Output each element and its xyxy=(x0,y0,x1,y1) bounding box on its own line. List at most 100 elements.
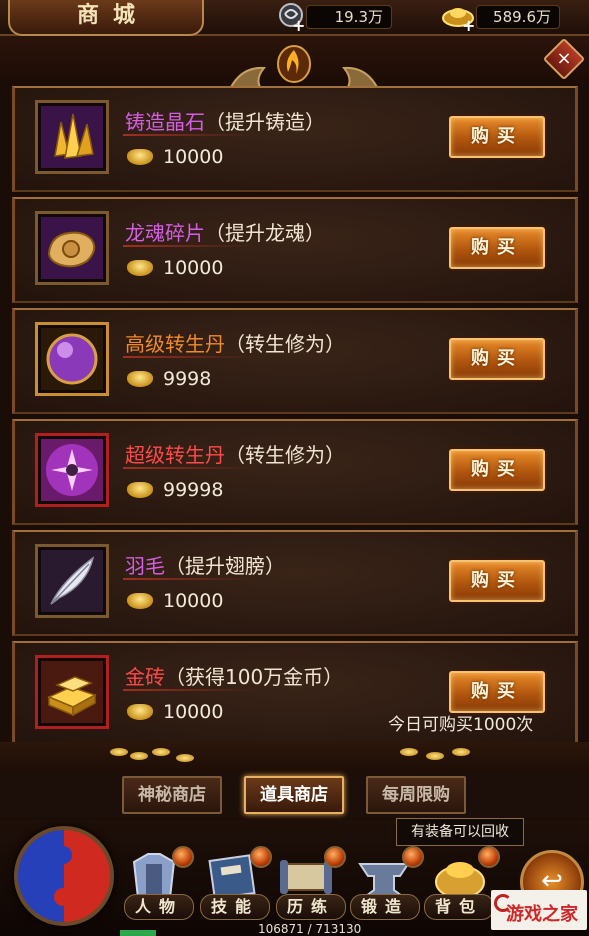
daily-limit-text: 今日可购买1000次 xyxy=(388,715,534,735)
nav-orb-icon xyxy=(324,846,346,868)
item-price: 10000 xyxy=(127,701,223,723)
taiji-dot xyxy=(54,846,72,864)
shop-item: 龙魂碎片（提升龙魂） 10000 购买 xyxy=(12,197,578,303)
coin-icon xyxy=(152,748,170,756)
item-slot[interactable] xyxy=(35,322,109,396)
buy-button[interactable]: 购买 xyxy=(449,560,545,602)
item-name: 羽毛 xyxy=(125,554,165,578)
price-value: 9998 xyxy=(163,368,212,390)
exp-text: 106871 / 713130 xyxy=(258,922,362,936)
item-note: （获得100万金币） xyxy=(165,665,344,689)
buy-button[interactable]: 购买 xyxy=(449,116,545,158)
tab-item-shop[interactable]: 道具商店 xyxy=(244,776,344,814)
item-price: 10000 xyxy=(127,257,223,279)
name-underline xyxy=(123,356,253,358)
item-note: （转生修为） xyxy=(225,332,345,356)
coin-icon xyxy=(426,752,444,760)
coin-icon xyxy=(452,748,470,756)
gold-ingot-icon xyxy=(127,704,153,720)
item-name: 超级转生丹 xyxy=(125,443,225,467)
gold-brick-icon xyxy=(47,676,97,717)
shop-item: 超级转生丹（转生修为） 99998 购买 xyxy=(12,419,578,525)
price-value: 99998 xyxy=(163,479,224,501)
add-currency1-button[interactable]: + xyxy=(292,16,305,35)
nav-orb-icon xyxy=(172,846,194,868)
name-underline xyxy=(123,689,253,691)
coin-icon xyxy=(176,754,194,762)
header-ornament xyxy=(0,36,589,108)
coin-icon xyxy=(400,748,418,756)
nav-orb-icon xyxy=(250,846,272,868)
item-slot[interactable] xyxy=(35,211,109,285)
price-value: 10000 xyxy=(163,146,224,168)
buy-button[interactable]: 购买 xyxy=(449,227,545,269)
item-note: （提升翅膀） xyxy=(165,554,285,578)
nav-orb-icon xyxy=(402,846,424,868)
item-slot[interactable] xyxy=(35,544,109,618)
taiji-dot xyxy=(54,888,72,906)
item-title: 高级转生丹（转生修为） xyxy=(125,328,345,357)
top-bar: 商城 + 19.3万 + 589.6万 xyxy=(0,0,589,36)
feather-icon xyxy=(50,556,95,605)
nav-orb-icon xyxy=(478,846,500,868)
item-slot[interactable] xyxy=(35,100,109,174)
item-title: 金砖（获得100万金币） xyxy=(125,661,343,690)
item-title: 铸造晶石（提升铸造） xyxy=(125,106,325,135)
exp-bar-fill xyxy=(120,930,156,936)
item-name: 金砖 xyxy=(125,665,165,689)
item-slot[interactable] xyxy=(35,655,109,729)
buy-button[interactable]: 购买 xyxy=(449,338,545,380)
item-name: 铸造晶石 xyxy=(125,110,205,134)
coin-icon xyxy=(110,748,128,756)
item-note: （转生修为） xyxy=(225,443,345,467)
shop-item: 铸造晶石（提升铸造） 10000 购买 xyxy=(12,86,578,192)
taiji-orb-icon[interactable] xyxy=(14,826,114,926)
buy-button[interactable]: 购买 xyxy=(449,449,545,491)
price-value: 10000 xyxy=(163,701,224,723)
name-underline xyxy=(123,578,253,580)
tab-weekly-limit[interactable]: 每周限购 xyxy=(366,776,466,814)
item-title: 超级转生丹（转生修为） xyxy=(125,439,345,468)
currency1-value: 19.3万 xyxy=(306,5,392,29)
gold-ingot-icon xyxy=(127,593,153,609)
buy-button[interactable]: 购买 xyxy=(449,671,545,713)
item-note: （提升龙魂） xyxy=(205,221,325,245)
item-price: 10000 xyxy=(127,146,223,168)
item-note: （提升铸造） xyxy=(205,110,325,134)
add-currency2-button[interactable]: + xyxy=(462,16,475,35)
shop-item: 高级转生丹（转生修为） 9998 购买 xyxy=(12,308,578,414)
item-price: 9998 xyxy=(127,368,211,390)
gold-ingot-icon xyxy=(127,260,153,276)
name-underline xyxy=(123,467,253,469)
close-icon: × xyxy=(556,48,572,69)
item-price: 10000 xyxy=(127,590,223,612)
gold-ingot-icon xyxy=(127,149,153,165)
tab-mystery-shop[interactable]: 神秘商店 xyxy=(122,776,222,814)
nav-training[interactable]: 历练 xyxy=(276,894,346,920)
nav-skills[interactable]: 技能 xyxy=(200,894,270,920)
crystal-icon xyxy=(54,113,94,159)
item-price: 99998 xyxy=(127,479,223,501)
flame-emblem-icon xyxy=(277,45,311,83)
purple-orb-icon xyxy=(46,333,98,385)
item-title: 龙魂碎片（提升龙魂） xyxy=(125,217,325,246)
watermark-text: 游戏之家 xyxy=(506,904,578,925)
shop-item: 羽毛（提升翅膀） 10000 购买 xyxy=(12,530,578,636)
super-pill-icon xyxy=(46,444,98,496)
item-name: 龙魂碎片 xyxy=(125,221,205,245)
recycle-tooltip: 有装备可以回收 xyxy=(396,818,524,846)
item-name: 高级转生丹 xyxy=(125,332,225,356)
item-slot[interactable] xyxy=(35,433,109,507)
nav-bag[interactable]: 背包 xyxy=(424,894,494,920)
item-title: 羽毛（提升翅膀） xyxy=(125,550,285,579)
nav-character[interactable]: 人物 xyxy=(124,894,194,920)
currency2-value: 589.6万 xyxy=(476,5,560,29)
name-underline xyxy=(123,134,253,136)
price-value: 10000 xyxy=(163,257,224,279)
gold-ingot-icon xyxy=(127,371,153,387)
dragon-soul-fragment-icon xyxy=(47,231,96,268)
page-title: 商城 xyxy=(8,0,204,36)
price-value: 10000 xyxy=(163,590,224,612)
name-underline xyxy=(123,245,253,247)
nav-forge[interactable]: 锻造 xyxy=(350,894,420,920)
